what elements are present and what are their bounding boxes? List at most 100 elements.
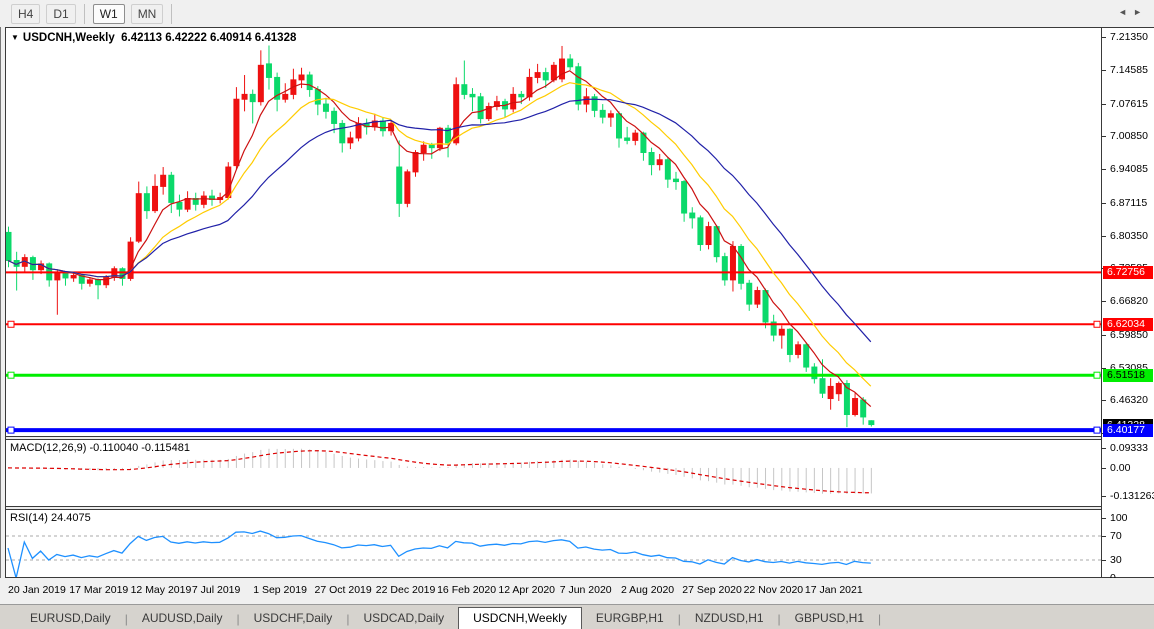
window-left-edge	[0, 27, 1, 578]
candle-body	[144, 194, 149, 211]
date-tick-label: 12 May 2019	[131, 584, 192, 596]
tab-separator: |	[878, 612, 881, 629]
macd-tick-label: 0.00	[1110, 462, 1130, 474]
line-drag-handle[interactable]	[8, 427, 14, 433]
timeframe-button-mn[interactable]: MN	[131, 4, 164, 24]
candle-body	[519, 94, 524, 96]
tab-scroll-left-icon[interactable]: ◄	[1118, 7, 1133, 17]
candle-body	[787, 329, 792, 354]
candle-body	[551, 65, 556, 80]
chart-tab-nzdusd[interactable]: NZDUSD,H1	[681, 608, 778, 629]
rsi-plot[interactable]	[6, 510, 1101, 577]
rsi-line	[8, 531, 871, 577]
chart-tab-usdcad[interactable]: USDCAD,Daily	[349, 608, 458, 629]
price-axis[interactable]: 7.213507.145857.076157.008506.940856.871…	[1102, 28, 1154, 577]
candle-body	[739, 246, 744, 283]
chart-tab-audusd[interactable]: AUDUSD,Daily	[128, 608, 237, 629]
date-tick-label: 12 Apr 2020	[498, 584, 555, 596]
candle-body	[584, 97, 589, 104]
line-drag-handle[interactable]	[1094, 321, 1100, 327]
candle-body	[470, 94, 475, 96]
candle-body	[820, 379, 825, 394]
candle-body	[714, 227, 719, 257]
price-tick-label: 6.94085	[1110, 163, 1148, 175]
timeframe-button-h4[interactable]: H4	[11, 4, 40, 24]
line-drag-handle[interactable]	[8, 321, 14, 327]
chart-tab-eurusd[interactable]: EURUSD,Daily	[16, 608, 125, 629]
candle-body	[682, 182, 687, 213]
candle-body	[560, 59, 565, 79]
timeframe-button-w1[interactable]: W1	[93, 4, 125, 24]
candle-body	[796, 345, 801, 355]
tab-scroll-arrows[interactable]: ◄►	[1118, 7, 1148, 17]
candlestick-chart[interactable]	[6, 28, 1101, 436]
rsi-tick-label-mark	[1102, 518, 1106, 519]
candle-body	[169, 175, 174, 202]
candle-body	[283, 94, 288, 99]
candle-body	[804, 345, 809, 367]
price-level-chip: 6.51518	[1103, 369, 1153, 382]
candle-body	[600, 110, 605, 117]
macd-tick-label-mark	[1102, 448, 1106, 449]
tab-scroll-right-icon[interactable]: ►	[1133, 7, 1148, 17]
candle-body	[437, 128, 442, 147]
chart-tab-usdchf[interactable]: USDCHF,Daily	[240, 608, 347, 629]
candle-body	[690, 213, 695, 218]
candle-body	[397, 167, 402, 203]
date-axis[interactable]: 20 Jan 201917 Mar 201912 May 20197 Jul 2…	[5, 578, 1154, 604]
chart-dropdown-icon[interactable]: ▼	[11, 33, 19, 42]
chart-tab-eurgbp[interactable]: EURGBP,H1	[582, 608, 678, 629]
candle-body	[673, 179, 678, 181]
date-tick-label: 22 Nov 2020	[744, 584, 804, 596]
line-drag-handle[interactable]	[1094, 427, 1100, 433]
price-tick-label-mark	[1102, 136, 1106, 137]
candle-body	[307, 75, 312, 90]
candle-body	[413, 153, 418, 172]
candle-body	[177, 202, 182, 209]
candle-body	[315, 90, 320, 105]
candle-body	[87, 280, 92, 283]
candle-body	[625, 138, 630, 140]
rsi-tick-label: 30	[1110, 554, 1122, 566]
rsi-pane[interactable]: RSI(14) 24.4075	[6, 510, 1101, 577]
line-drag-handle[interactable]	[1094, 372, 1100, 378]
candle-body	[250, 94, 255, 101]
chart-ohlc-values: 6.42113 6.42222 6.40914 6.41328	[121, 32, 296, 44]
line-drag-handle[interactable]	[8, 372, 14, 378]
candle-body	[698, 218, 703, 245]
price-tick-label: 7.14585	[1110, 64, 1148, 76]
date-tick-label: 22 Dec 2019	[376, 584, 436, 596]
rsi-tick-label-mark	[1102, 536, 1106, 537]
price-tick-label-mark	[1102, 70, 1106, 71]
chart-tab-bar: EURUSD,Daily|AUDUSD,Daily|USDCHF,Daily|U…	[0, 604, 1154, 629]
macd-pane[interactable]: MACD(12,26,9) -0.110040 -0.115481	[6, 440, 1101, 506]
candle-body	[535, 73, 540, 78]
chart-tab-usdcnh[interactable]: USDCNH,Weekly	[458, 607, 582, 629]
timeframe-button-d1[interactable]: D1	[46, 4, 75, 24]
main-chart-pane[interactable]: ▼ USDCNH,Weekly 6.42113 6.42222 6.40914 6…	[6, 28, 1101, 436]
candle-body	[104, 277, 109, 285]
toolbar-separator	[84, 4, 85, 24]
trading-platform-window: H4 D1 W1 MN ▼ USDCNH,Weekly 6.42113 6.42222 …	[0, 0, 1154, 629]
candle-body	[730, 246, 735, 279]
macd-tick-label: 0.09333	[1110, 442, 1148, 454]
price-tick-label-mark	[1102, 37, 1106, 38]
price-tick-label-mark	[1102, 203, 1106, 204]
candle-body	[55, 273, 60, 280]
candle-body	[266, 64, 271, 78]
candle-body	[63, 273, 68, 278]
date-tick-label: 20 Jan 2019	[8, 584, 66, 596]
candle-body	[242, 94, 247, 99]
candle-body	[6, 232, 11, 260]
candle-body	[234, 99, 239, 165]
candle-body	[608, 114, 613, 117]
price-tick-label: 6.66820	[1110, 295, 1148, 307]
date-tick-label: 17 Mar 2019	[69, 584, 128, 596]
candle-body	[348, 138, 353, 143]
price-tick-label-mark	[1102, 335, 1106, 336]
candle-body	[323, 104, 328, 111]
chart-tab-gbpusd[interactable]: GBPUSD,H1	[781, 608, 878, 629]
chart-symbol-label: USDCNH,Weekly	[23, 32, 115, 44]
price-tick-label-mark	[1102, 400, 1106, 401]
candle-body	[161, 175, 166, 186]
